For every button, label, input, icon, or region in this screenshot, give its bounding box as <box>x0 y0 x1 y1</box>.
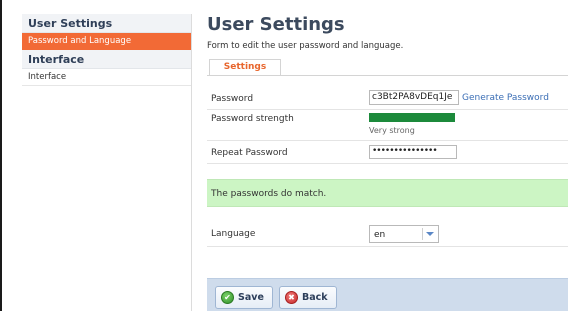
sidebar-section-user-settings: User Settings <box>22 14 191 33</box>
row-divider <box>207 246 568 247</box>
row-divider <box>207 163 568 164</box>
sidebar: User Settings Password and Language Inte… <box>22 14 192 311</box>
check-circle-icon: ✔ <box>221 291 234 304</box>
tab-settings[interactable]: Settings <box>209 59 281 76</box>
language-selected-value: en <box>374 230 386 240</box>
window-border <box>0 0 2 311</box>
repeat-password-label: Repeat Password <box>211 148 288 158</box>
password-strength-label: Password strength <box>211 114 294 124</box>
password-match-message: The passwords do match. <box>207 179 568 207</box>
back-button[interactable]: ✖ Back <box>279 286 337 309</box>
page-title: User Settings <box>207 14 345 35</box>
form-footer: ✔ Save ✖ Back <box>207 278 568 311</box>
select-separator <box>422 228 423 240</box>
password-label: Password <box>211 94 254 104</box>
password-strength-text: Very strong <box>369 126 415 135</box>
back-button-label: Back <box>302 292 328 303</box>
row-divider <box>207 140 568 141</box>
save-button-label: Save <box>238 292 264 303</box>
password-match-text: The passwords do match. <box>211 189 327 199</box>
cancel-circle-icon: ✖ <box>285 291 298 304</box>
repeat-password-field[interactable]: ••••••••••••••• <box>369 145 457 159</box>
page-description: Form to edit the user password and langu… <box>207 41 404 51</box>
language-label: Language <box>211 229 256 239</box>
sidebar-section-interface: Interface <box>22 50 191 69</box>
password-field[interactable]: c3Bt2PA8vDEq1Je <box>369 90 459 105</box>
language-select[interactable]: en <box>369 225 439 243</box>
sidebar-item-interface[interactable]: Interface <box>22 69 191 86</box>
sidebar-item-password-and-language[interactable]: Password and Language <box>22 33 191 50</box>
password-strength-bar <box>369 113 455 122</box>
row-divider <box>207 109 568 110</box>
main-content: User Settings Form to edit the user pass… <box>207 0 568 311</box>
generate-password-link[interactable]: Generate Password <box>462 93 549 103</box>
save-button[interactable]: ✔ Save <box>215 286 273 309</box>
chevron-down-icon[interactable] <box>426 232 434 236</box>
tab-divider <box>207 75 568 76</box>
